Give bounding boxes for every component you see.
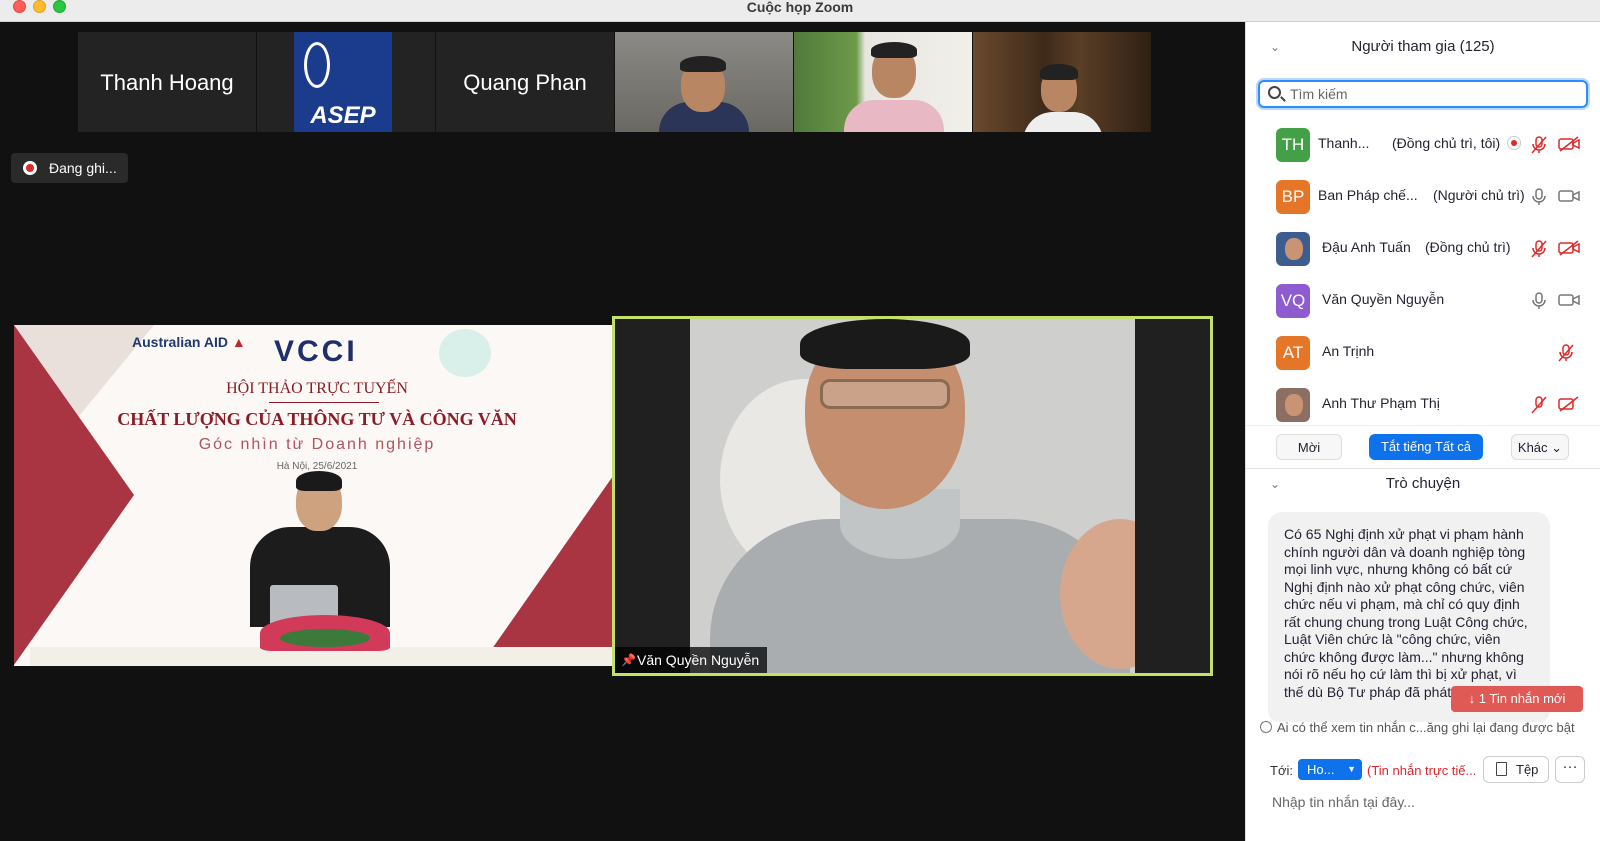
speaker-nameplate: 📌 Văn Quyền Nguyễn [615,647,768,673]
thumbnail-video-5[interactable] [794,32,972,132]
new-message-button[interactable]: ↓ 1 Tin nhắn mới [1451,686,1583,712]
participant-row[interactable]: Anh Thư Phạm Thị [1246,378,1600,425]
participant-role: (Đồng chủ trì, tôi) [1392,135,1501,151]
participant-list[interactable]: TH Thanh... (Đồng chủ trì, tôi) BP Ban P… [1246,118,1600,425]
chat-visibility-notice[interactable]: Ai có thể xem tin nhắn c...ăng ghi lại đ… [1260,720,1596,735]
avatar-photo [1276,388,1310,422]
chat-title: Trò chuyện [1385,475,1461,492]
participant-role: (Người chủ trì) [1433,187,1525,203]
thumbnail-quang-phan[interactable]: Quang Phan [436,32,614,132]
video-icon[interactable] [1558,188,1580,204]
partner-logo [439,329,491,377]
file-icon [1496,762,1507,776]
direct-message-note: (Tin nhắn trực tiế... [1367,763,1477,778]
search-icon [1268,86,1281,99]
video-off-icon[interactable] [1558,240,1580,256]
thumbnail-asep[interactable]: ASEP [257,32,435,132]
title-bar: Cuộc họp Zoom [0,0,1600,22]
zoom-window: Cuộc họp Zoom Thanh Hoang ASEP Quang Pha… [0,0,1600,841]
invite-button[interactable]: Mời [1276,434,1342,460]
video-area: Thanh Hoang ASEP Quang Phan Đang ghi... … [0,22,1312,841]
mic-icon[interactable] [1531,188,1547,206]
participant-name: Ban Pháp chế... [1318,187,1418,203]
avatar: AT [1276,336,1310,370]
video-icon[interactable] [1558,292,1580,308]
recording-icon [1507,136,1521,150]
chevron-down-icon[interactable]: ⌄ [1270,467,1280,501]
record-icon [23,161,37,175]
speaker-feed [690,319,1135,673]
mute-all-button[interactable]: Tắt tiếng Tất cả [1369,434,1483,460]
participants-title: Người tham gia (125) [1351,38,1495,55]
mic-icon[interactable] [1531,292,1547,310]
mic-muted-icon[interactable] [1558,344,1574,362]
more-button[interactable]: Khác ⌄ [1511,434,1569,460]
active-speaker-video[interactable]: 📌 Văn Quyền Nguyễn [612,316,1213,676]
participant-search[interactable] [1258,80,1588,108]
vcci-logo: VCCI [274,335,358,368]
presenter-video [30,465,620,666]
to-label: Tới: [1270,763,1293,778]
thumbnail-thanh-hoang[interactable]: Thanh Hoang [78,32,256,132]
asep-logo-text: ASEP [310,102,376,129]
mic-muted-icon[interactable] [1531,396,1547,414]
participant-row[interactable]: BP Ban Pháp chế... (Người chủ trì) [1246,170,1600,222]
recording-label: Đang ghi... [49,160,117,176]
window-title: Cuộc họp Zoom [746,0,854,15]
slide-subtitle: HỘI THẢO TRỰC TUYẾN [226,380,408,397]
participant-row[interactable]: TH Thanh... (Đồng chủ trì, tôi) [1246,118,1600,170]
chevron-down-icon: ⌄ [1551,440,1563,455]
chevron-down-icon[interactable]: ⌄ [1270,30,1280,64]
asep-logo: ASEP [294,32,392,132]
slide-tagline: Góc nhìn từ Doanh nghiệp [198,436,436,453]
more-label: Khác [1517,440,1548,455]
recipient-value: Ho... [1307,762,1335,777]
search-input[interactable] [1290,83,1580,105]
participants-header: ⌄ Người tham gia (125) [1246,30,1600,64]
participant-actions: Mời Tắt tiếng Tất cả Khác ⌄ [1246,425,1600,469]
thumbnail-video-4[interactable] [615,32,793,132]
participant-name: Đậu Anh Tuấn [1322,239,1411,255]
chat-header: ⌄ Trò chuyện [1246,467,1600,501]
thumbnail-name: Thanh Hoang [100,70,234,95]
thumbnail-name: Quang Phan [463,70,587,95]
mic-muted-icon[interactable] [1531,240,1547,258]
participant-name: Văn Quyền Nguyễn [1322,291,1445,307]
avatar: BP [1276,180,1310,214]
avatar-photo [1276,232,1310,266]
notice-text: Ai có thể xem tin nhắn c...ăng ghi lại đ… [1277,720,1575,735]
participant-name: Thanh... [1318,135,1370,151]
video-off-icon[interactable] [1558,136,1580,152]
australian-aid-logo: Australian AID ▲ [132,334,246,350]
side-panel: ⌄ Người tham gia (125) TH Thanh... (Đồng… [1245,22,1600,841]
chat-recipient-row: Tới: Ho... ▼ (Tin nhắn trực tiế... Tệp ·… [1246,756,1600,786]
caret-down-icon: ▼ [1347,764,1356,774]
participant-row[interactable]: VQ Văn Quyền Nguyễn [1246,274,1600,326]
participant-role: (Đồng chủ trì) [1425,239,1511,255]
participant-row[interactable]: AT An Trịnh [1246,326,1600,378]
chat-more-button[interactable]: ··· [1555,756,1585,783]
mic-muted-icon[interactable] [1531,136,1547,154]
participant-name: Anh Thư Phạm Thị [1322,395,1440,411]
thumbnail-video-6[interactable] [973,32,1151,132]
file-button[interactable]: Tệp [1483,756,1549,783]
video-off-icon[interactable] [1558,396,1580,412]
recipient-select[interactable]: Ho... ▼ [1298,759,1362,780]
participant-name: An Trịnh [1322,343,1375,359]
speaker-name: Văn Quyền Nguyễn [637,652,760,668]
avatar: TH [1276,128,1310,162]
file-label: Tệp [1516,762,1539,777]
pin-icon: 📌 [621,653,636,667]
chat-input[interactable]: Nhập tin nhắn tại đây... [1272,794,1582,810]
shared-video-slide[interactable]: Australian AID ▲ VCCI HỘI THẢO TRỰC TUYẾ… [14,325,620,666]
recording-indicator[interactable]: Đang ghi... [11,153,128,183]
person-icon [1260,721,1272,733]
avatar: VQ [1276,284,1310,318]
participant-row[interactable]: Đậu Anh Tuấn (Đồng chủ trì) [1246,222,1600,274]
slide-title: CHẤT LƯỢNG CỦA THÔNG TƯ VÀ CÔNG VĂN [117,409,517,429]
